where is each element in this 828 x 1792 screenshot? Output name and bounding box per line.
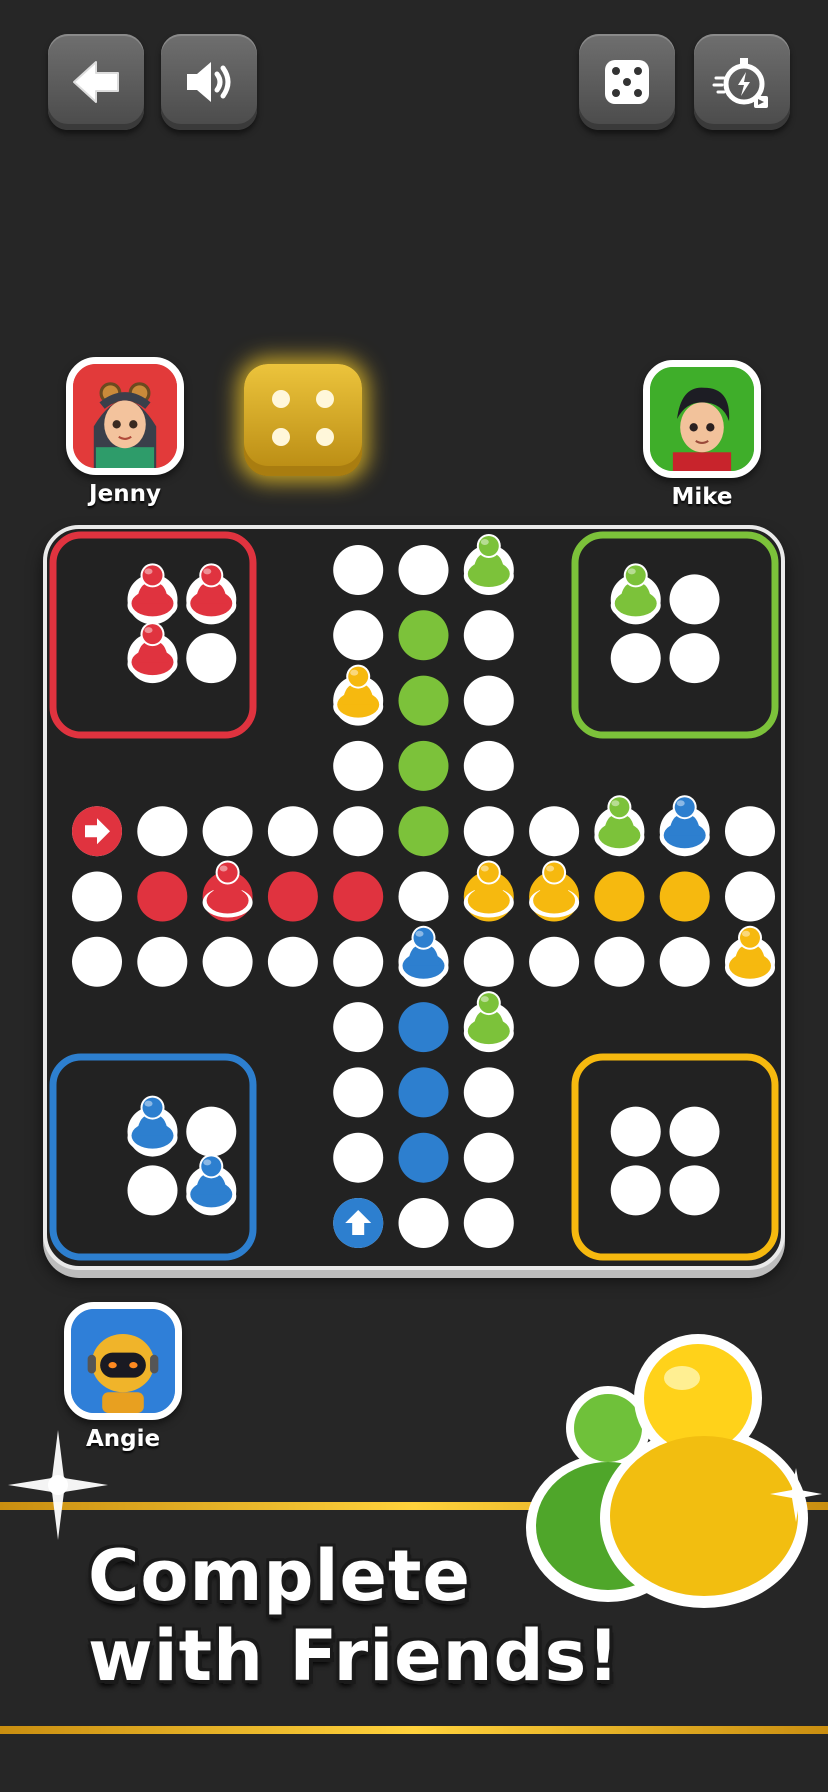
board-cell (463, 740, 514, 791)
board-cell (529, 806, 580, 857)
board-cell (398, 1198, 449, 1248)
board-cell (333, 871, 384, 922)
board-cell (137, 871, 188, 922)
board-cell (463, 806, 514, 857)
die-pip (272, 428, 290, 446)
yard-slot (669, 1165, 720, 1216)
dice-settings-button[interactable] (579, 34, 675, 130)
boy-avatar-icon (650, 367, 754, 471)
avatar (643, 360, 761, 478)
board-cell (725, 871, 775, 922)
die-pip (316, 428, 334, 446)
board-cell (398, 1067, 449, 1118)
yard-slot (669, 1106, 720, 1157)
board-cell (529, 936, 580, 987)
board-cell (333, 806, 384, 857)
board-cell (202, 806, 253, 857)
yard-slot (186, 633, 237, 684)
board-cell (333, 1067, 384, 1118)
board-cell (333, 610, 384, 661)
roll-dice-button[interactable] (244, 364, 362, 476)
board-cell (463, 675, 514, 726)
board-cell (725, 806, 775, 857)
board-cell (398, 610, 449, 661)
board-cell (594, 871, 645, 922)
board-cell (333, 1002, 384, 1053)
board-cell (137, 806, 188, 857)
board-cell (463, 1198, 514, 1248)
speed-mode-button[interactable] (694, 34, 790, 130)
board-cell (659, 936, 710, 987)
board-cell (72, 871, 122, 922)
player-mike: Mike (637, 360, 767, 510)
board-cell (398, 1132, 449, 1183)
yard-slot (610, 1165, 661, 1216)
board-cell (463, 936, 514, 987)
avatar (66, 357, 184, 475)
board-cell (398, 871, 449, 922)
back-button[interactable] (48, 34, 144, 130)
promo-tagline: Complete with Friends! (88, 1536, 648, 1696)
tagline-line-2: with Friends! (88, 1615, 621, 1697)
yellow-home-yard (571, 1053, 779, 1261)
yard-slot (669, 633, 720, 684)
player-name: Jenny (89, 481, 161, 507)
speaker-icon (187, 62, 231, 102)
board-cell (267, 806, 318, 857)
yard-slot (610, 633, 661, 684)
board-cell (267, 936, 318, 987)
board-cell (463, 610, 514, 661)
yard-slot (186, 1106, 237, 1157)
board-cell (398, 675, 449, 726)
board-cell (463, 1132, 514, 1183)
board-cell (137, 936, 188, 987)
board-cell (398, 806, 449, 857)
board-cell (659, 871, 710, 922)
blue-home-yard (49, 1053, 257, 1261)
ludo-board (43, 525, 785, 1270)
yard-slot (669, 574, 720, 625)
stopwatch-lightning-icon (712, 58, 768, 108)
player-jenny: Jenny (60, 357, 190, 507)
robot-avatar-icon (71, 1309, 175, 1413)
board-cell (333, 1132, 384, 1183)
green-home-yard (571, 531, 779, 739)
die-pip (316, 390, 334, 408)
board-cell (463, 1067, 514, 1118)
tagline-line-1: Complete (88, 1535, 471, 1617)
yard-slot (610, 1106, 661, 1157)
die-pip (272, 390, 290, 408)
banner-bottom-line (0, 1726, 828, 1734)
board-cell (72, 936, 122, 987)
board-cell (594, 936, 645, 987)
dice-icon (605, 60, 649, 104)
girl-avatar-icon (73, 364, 177, 468)
sparkle-icon (8, 1430, 108, 1540)
board-cell (398, 740, 449, 791)
board-cell (398, 545, 449, 595)
board-cell (202, 936, 253, 987)
board-cell (333, 740, 384, 791)
board-cell (398, 1002, 449, 1053)
board-cell (267, 871, 318, 922)
arrow-left-icon (73, 61, 119, 103)
board-grid (49, 531, 779, 1261)
board-cell (333, 936, 384, 987)
sound-button[interactable] (161, 34, 257, 130)
board-cell (333, 545, 384, 595)
avatar (64, 1302, 182, 1420)
yard-slot (127, 1165, 178, 1216)
player-name: Mike (671, 484, 733, 510)
